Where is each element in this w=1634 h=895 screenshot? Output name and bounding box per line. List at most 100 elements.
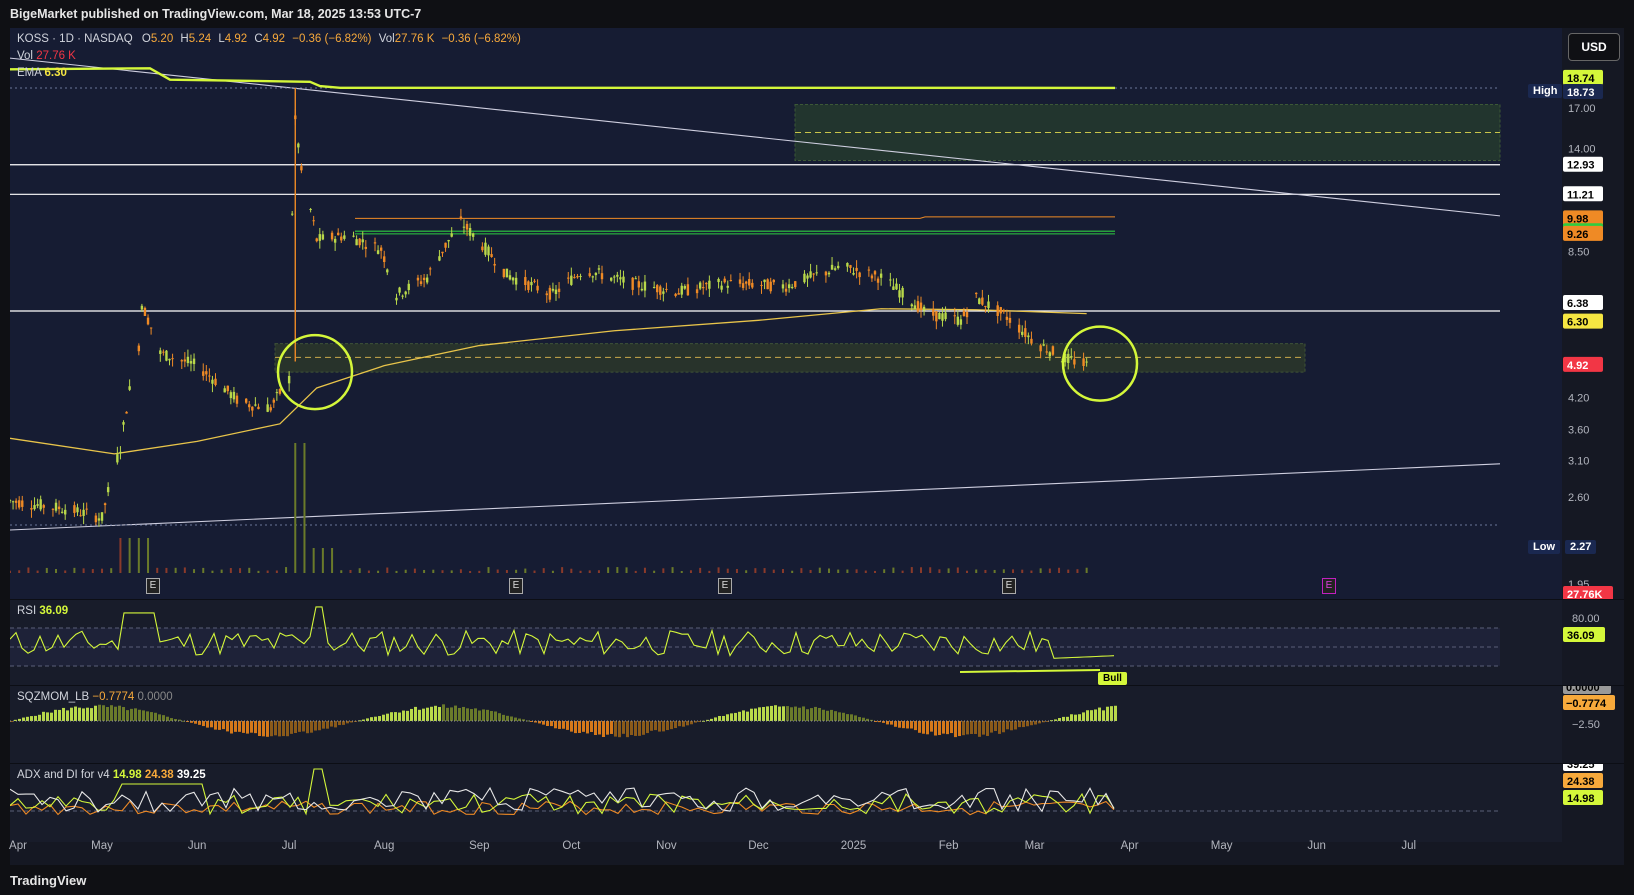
squeeze-bar [722,715,725,721]
squeeze-bar [990,721,993,733]
earnings-marker-upcoming[interactable]: E [1322,578,1336,594]
volume-legend[interactable]: Vol 27.76 K [17,50,76,62]
volume-bar [294,443,297,573]
price-chart-svg[interactable] [10,28,1562,600]
x-tick-label: Jun [187,840,207,852]
squeeze-bar [298,721,301,732]
candle-body [471,233,475,237]
candle-body [662,291,665,294]
squeeze-bar [846,714,849,721]
squeeze-bar [590,721,593,732]
main-price-pane[interactable] [10,28,1562,600]
earnings-marker[interactable]: E [718,578,732,594]
candle-body [33,505,36,510]
volume-bar [156,567,159,573]
rsi-scale-svg: 80.00 36.09 [1563,613,1605,642]
candle-body [502,268,506,278]
sqz-legend[interactable]: SQZMOM_LB −0.7774 0.0000 [17,691,173,703]
squeeze-bar [118,705,121,721]
price-scale[interactable]: 17.0014.008.506.004.203.603.102.601.9518… [1562,28,1624,600]
volume-bar [745,570,748,573]
candle-body [922,306,926,311]
price-tick-label: 17.00 [1568,103,1596,115]
ema-legend[interactable]: EMA 6.30 [17,67,67,79]
volume-bar [938,569,941,573]
tradingview-logo[interactable]: TradingView [10,873,86,888]
earnings-marker[interactable]: E [509,578,523,594]
squeeze-bar [486,709,489,721]
candle-body [355,239,358,246]
candle-body [901,287,904,298]
squeeze-bar [1094,709,1097,721]
candle-body [879,273,883,278]
squeeze-scale[interactable]: 0.0000 −0.7774 −2.50 [1562,686,1624,764]
squeeze-bar [638,721,641,736]
squeeze-pane[interactable] [10,686,1562,764]
squeeze-bar [622,721,625,734]
symbol-legend[interactable]: KOSS · 1D · NASDAQ O5.20 H5.24 L4.92 C4.… [17,33,521,45]
candle-body [333,238,337,243]
rsi-scale[interactable]: 80.00 36.09 [1562,600,1624,686]
earnings-marker[interactable]: E [146,578,160,594]
candle-body [10,500,12,502]
adx-pane[interactable] [10,764,1562,842]
publisher-text: BigeMarket published on TradingView.com,… [10,7,422,21]
squeeze-bar [126,710,129,721]
squeeze-bar [946,721,949,735]
squeeze-bar [30,716,33,721]
squeeze-bar [1074,714,1077,721]
candle-body [386,269,389,273]
candle-body [833,268,837,270]
change-value: −0.36 (−6.82%) [292,33,372,45]
candle-body [956,316,960,325]
candle-body [849,265,852,268]
squeeze-bar [114,706,117,721]
squeeze-bar [658,721,661,732]
symbol-name[interactable]: KOSS · 1D · NASDAQ [17,33,133,45]
candle-body [656,285,659,293]
sqz-label: SQZMOM_LB [17,691,90,703]
candle-body [981,297,984,305]
adx-scale[interactable]: 39.25 24.38 14.98 [1562,764,1624,842]
squeeze-bar [1006,721,1009,730]
candle-body [1042,344,1045,346]
sqz-value: −0.7774 [92,691,135,703]
price-tick-label: 2.60 [1568,492,1589,504]
squeeze-bar [594,721,597,736]
earnings-marker[interactable]: E [1002,578,1016,594]
candle-body [450,233,453,237]
squeeze-bar [558,721,561,729]
currency-button[interactable]: USD [1568,33,1620,61]
candle-body [594,272,598,276]
squeeze-bar [858,717,861,721]
open-label: O [141,33,151,45]
volume-bar [662,568,665,573]
candle-body [429,268,432,270]
adx-legend[interactable]: ADX and DI for v4 14.98 24.38 39.25 [17,769,206,781]
squeeze-bar [798,707,801,721]
squeeze-bar [34,715,37,721]
volume-bar [496,569,499,573]
candle-body [232,391,236,400]
squeeze-scale-svg: 0.0000 −0.7774 −2.50 [1563,686,1615,731]
candle-body [30,507,33,510]
sqz-zero-text: 0.0000 [1566,686,1600,694]
squeeze-bar [626,721,629,738]
squeeze-bar [954,721,957,738]
candle-body [717,278,720,283]
rsi-pane[interactable] [10,600,1562,686]
squeeze-bar [278,721,281,737]
adx-value-badge-text: 24.38 [1567,776,1595,788]
candle-body [79,515,82,517]
rsi-value-badge-text: 36.09 [1567,630,1595,642]
squeeze-bar [506,715,509,721]
volume-bar [202,567,205,573]
squeeze-bar [238,721,241,732]
candle-body [640,288,644,291]
squeeze-bar [906,721,909,729]
rsi-legend[interactable]: RSI 36.09 [17,605,68,617]
candle-body [554,289,558,295]
x-tick-label: Jun [1307,840,1326,852]
candle-body [551,288,555,291]
candle-body [128,386,131,390]
